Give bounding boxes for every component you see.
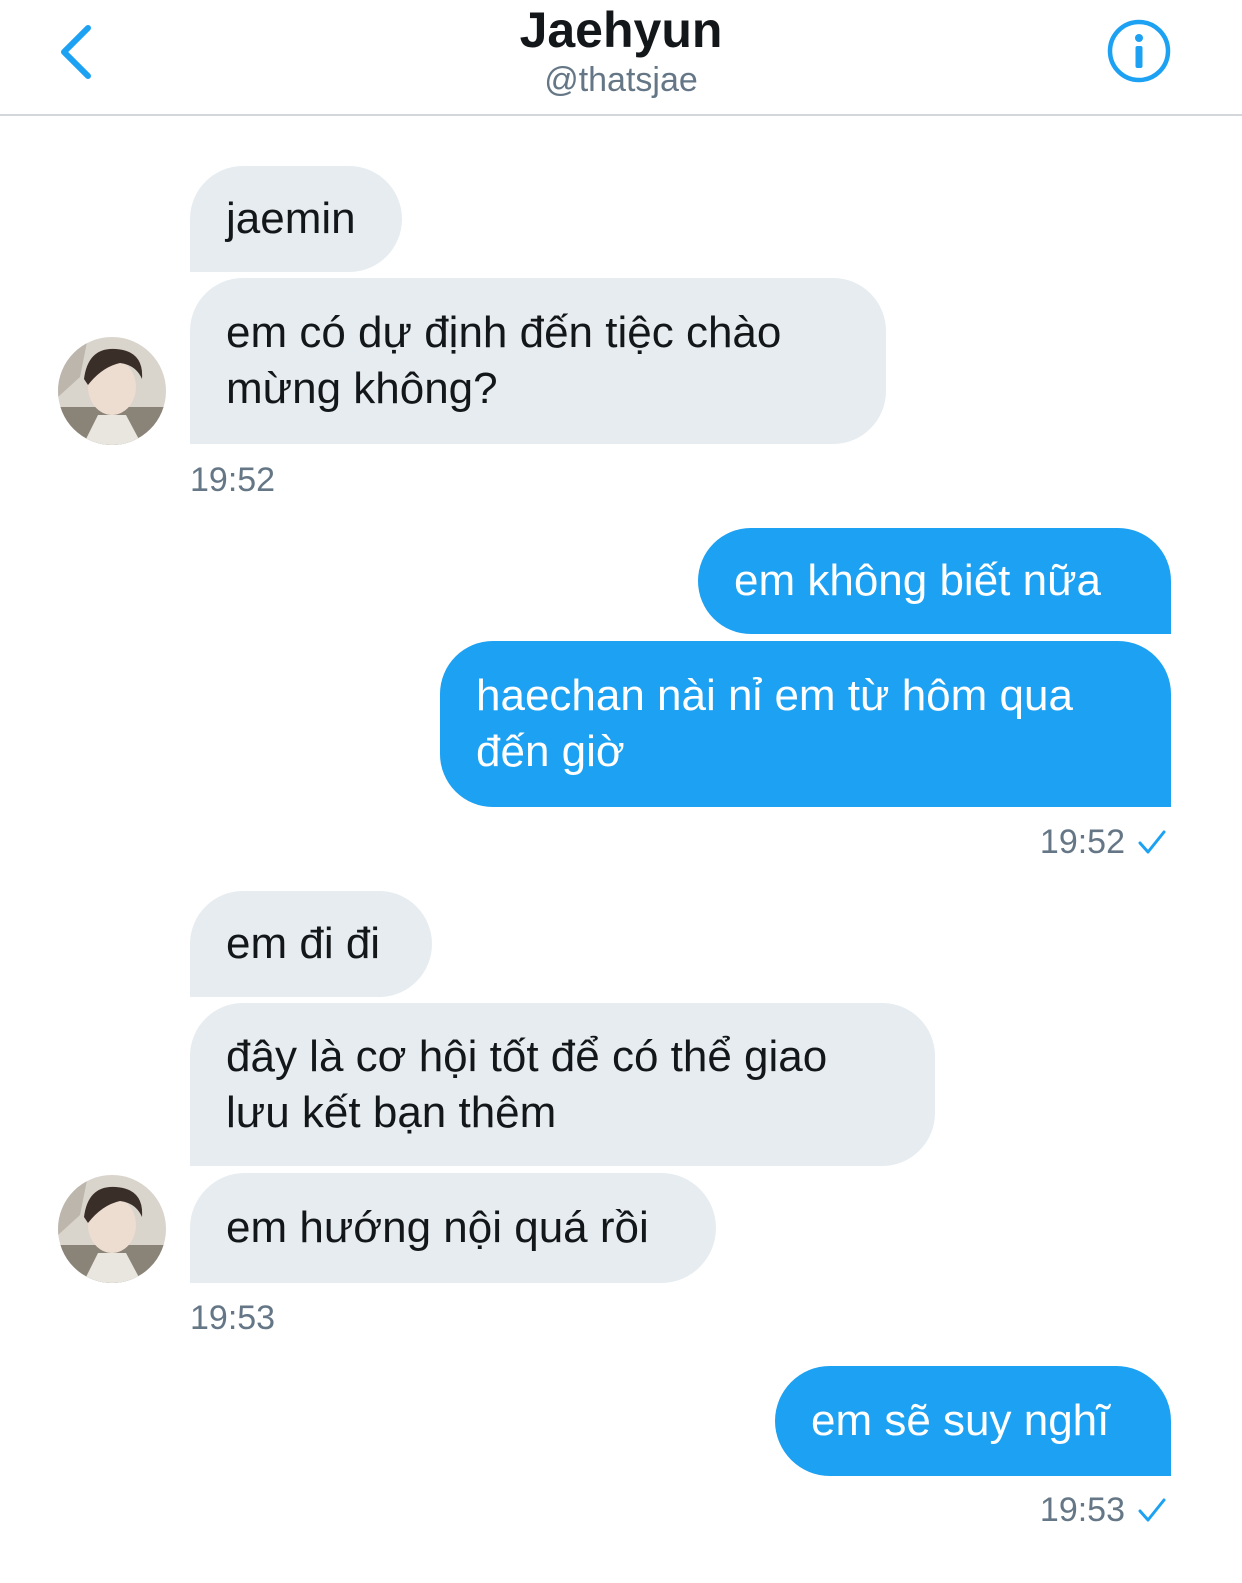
message-text: haechan nài nỉ em từ hôm qua đến giờ [476,671,1073,776]
sent-message[interactable]: haechan nài nỉ em từ hôm qua đến giờ [440,641,1171,807]
received-message[interactable]: em hướng nội quá rồi [190,1173,716,1283]
timestamp: 19:52 [190,461,276,499]
checkmark-icon [1138,1498,1166,1522]
message-text: em đi đi [226,919,381,968]
conversation-header: Jaehyun @thatsjae [0,0,1242,116]
avatar[interactable] [58,337,166,445]
message-text: jaemin [226,194,356,243]
profile-photo-icon [58,337,166,445]
avatar[interactable] [58,1175,166,1283]
checkmark-icon [1138,830,1166,854]
profile-photo-icon [58,1175,166,1283]
message-text: em không biết nữa [734,556,1102,605]
message-text: em hướng nội quá rồi [226,1203,649,1252]
conversation-handle: @thatsjae [544,61,698,99]
sent-message[interactable]: em không biết nữa [698,528,1171,634]
sent-message[interactable]: em sẽ suy nghĩ [775,1366,1171,1476]
received-message[interactable]: jaemin [190,166,402,272]
info-button[interactable] [1106,18,1172,84]
timestamp: 19:53 [190,1299,276,1337]
message-text: em sẽ suy nghĩ [811,1396,1110,1445]
received-message[interactable]: em đi đi [190,891,432,997]
info-icon [1107,19,1171,83]
timestamp: 19:53 [1039,1491,1125,1529]
message-text: đây là cơ hội tốt để có thể giao lưu kết… [226,1031,828,1137]
timestamp: 19:52 [1039,823,1125,861]
received-message[interactable]: đây là cơ hội tốt để có thể giao lưu kết… [190,1003,935,1166]
message-text: em có dự định đến tiệc chào mừng không? [226,308,782,413]
received-message[interactable]: em có dự định đến tiệc chào mừng không? [190,278,886,444]
conversation-title[interactable]: Jaehyun [0,2,1242,58]
